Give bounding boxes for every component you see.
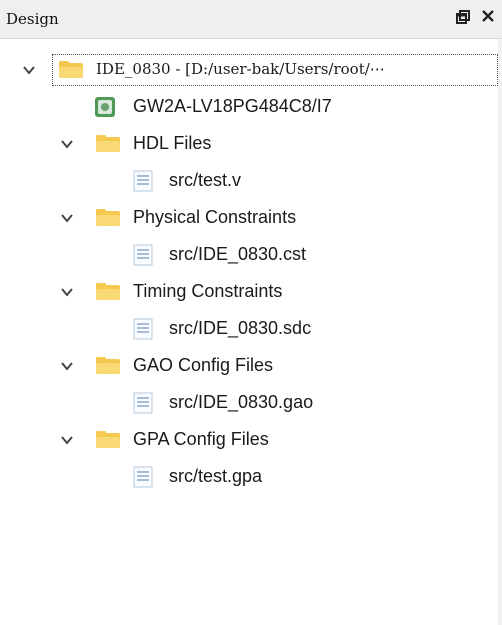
group-label: GAO Config Files [133, 355, 274, 375]
project-label: IDE_0830 - [D:/user-bak/Users/root/⋯ [96, 60, 385, 78]
group-label: HDL Files [133, 133, 212, 153]
file-icon [133, 318, 153, 340]
tree-row-file[interactable]: src/test.gpa [0, 459, 498, 495]
chevron-down-icon[interactable] [60, 211, 74, 225]
file-icon [133, 244, 153, 266]
tree-row-file[interactable]: src/IDE_0830.gao [0, 385, 498, 421]
file-label: src/IDE_0830.sdc [169, 318, 312, 338]
tree-row-device[interactable]: GW2A-LV18PG484C8/I7 [0, 89, 498, 125]
file-icon [133, 392, 153, 414]
folder-icon [95, 357, 121, 375]
vertical-scrollbar[interactable] [498, 39, 502, 625]
tree-row-physical-constraints[interactable]: Physical Constraints [0, 200, 498, 236]
folder-icon [95, 209, 121, 227]
file-label: src/IDE_0830.cst [169, 244, 307, 264]
chevron-down-icon[interactable] [60, 285, 74, 299]
panel-titlebar: Design [0, 0, 502, 39]
design-panel: Design IDE_0830 - [D:/user-bak/Users/roo… [0, 0, 502, 625]
tree-row-project[interactable]: IDE_0830 - [D:/user-bak/Users/root/⋯ [0, 52, 498, 88]
group-label: Timing Constraints [133, 281, 283, 301]
panel-title: Design [6, 10, 59, 28]
tree-row-file[interactable]: src/test.v [0, 163, 498, 199]
tree-row-gpa-config-files[interactable]: GPA Config Files [0, 422, 498, 458]
tree-row-file[interactable]: src/IDE_0830.cst [0, 237, 498, 273]
tree-row-timing-constraints[interactable]: Timing Constraints [0, 274, 498, 310]
chevron-down-icon[interactable] [22, 63, 36, 77]
tree-row-file[interactable]: src/IDE_0830.sdc [0, 311, 498, 347]
file-label: src/IDE_0830.gao [169, 392, 314, 412]
float-window-icon[interactable] [455, 9, 471, 25]
file-icon [133, 170, 153, 192]
chevron-down-icon[interactable] [60, 137, 74, 151]
file-icon [133, 466, 153, 488]
folder-icon [95, 431, 121, 449]
device-chip-icon [94, 96, 116, 118]
device-label: GW2A-LV18PG484C8/I7 [133, 96, 332, 116]
folder-icon [95, 283, 121, 301]
folder-icon [95, 135, 121, 153]
group-label: GPA Config Files [133, 429, 269, 449]
design-tree: IDE_0830 - [D:/user-bak/Users/root/⋯ GW2… [0, 39, 502, 625]
tree-row-gao-config-files[interactable]: GAO Config Files [0, 348, 498, 384]
tree-row-hdl-files[interactable]: HDL Files [0, 126, 498, 162]
chevron-down-icon[interactable] [60, 433, 74, 447]
file-label: src/test.v [169, 170, 242, 190]
group-label: Physical Constraints [133, 207, 297, 227]
close-icon[interactable] [481, 9, 497, 25]
file-label: src/test.gpa [169, 466, 263, 486]
project-folder-icon [58, 61, 84, 79]
chevron-down-icon[interactable] [60, 359, 74, 373]
